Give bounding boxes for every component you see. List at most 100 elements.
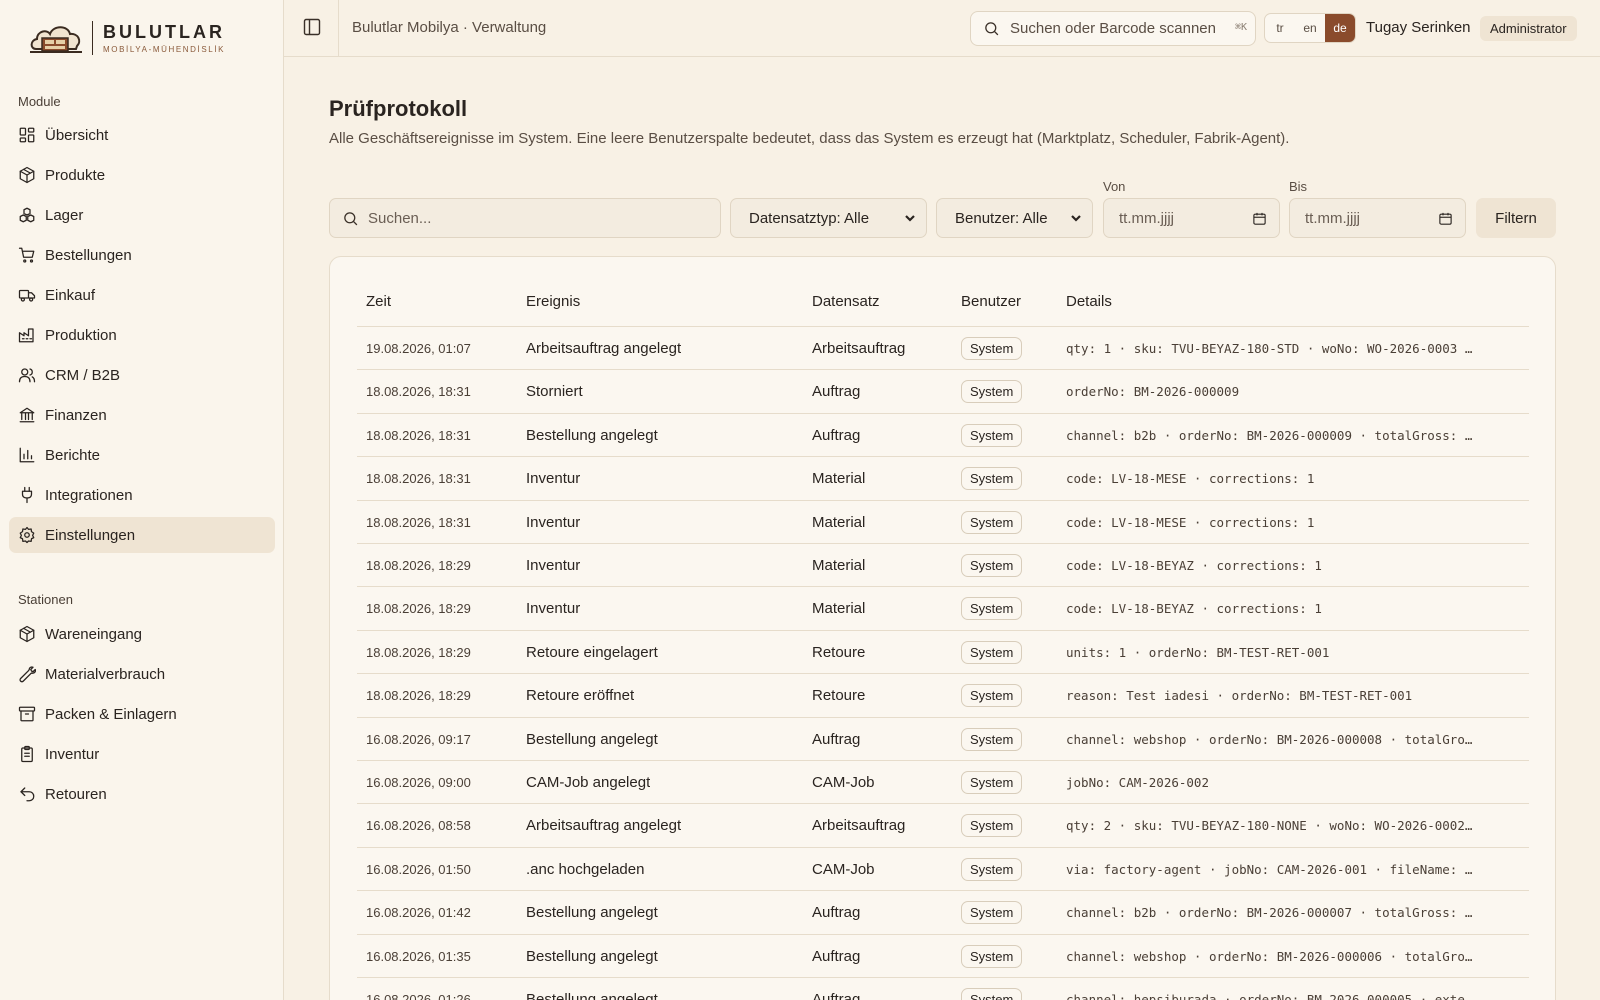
row-record-type: Auftrag <box>812 904 861 922</box>
sidebar-item-material-consumption[interactable]: Materialverbrauch <box>9 656 275 692</box>
undo-icon <box>20 787 35 802</box>
sidebar-item-products[interactable]: Produkte <box>9 157 275 193</box>
bank-icon <box>19 407 35 423</box>
table-row[interactable]: 18.08.2026, 18:29 Retoure eröffnet Retoure… <box>357 674 1529 718</box>
sidebar-item-label: Bestellungen <box>45 246 132 264</box>
row-time: 16.08.2026, 09:00 <box>366 775 471 790</box>
row-details: code: LV-18-MESE · corrections: 1 <box>1066 471 1315 487</box>
row-time: 16.08.2026, 01:26 <box>366 992 471 1000</box>
search-icon <box>985 22 999 36</box>
language-de-button[interactable]: de <box>1325 14 1355 42</box>
sidebar-item-integrations[interactable]: Integrationen <box>9 477 275 513</box>
column-header-details: Details <box>1066 293 1112 310</box>
table-row[interactable]: 16.08.2026, 09:17 Bestellung angelegt Auft… <box>357 718 1529 761</box>
user-select[interactable]: Benutzer: Alle <box>936 198 1093 238</box>
global-search-input[interactable]: Suchen oder Barcode scannen ⌘K <box>970 11 1256 46</box>
sidebar-item-pack-store[interactable]: Packen & Einlagern <box>9 696 275 732</box>
row-user-badge: System <box>961 727 1023 751</box>
sidebar-item-purchasing[interactable]: Einkauf <box>9 277 275 313</box>
user-select-value: Benutzer: Alle <box>955 209 1048 227</box>
row-user-badge: System <box>961 554 1023 577</box>
sidebar-item-goods-receipt[interactable]: Wareneingang <box>9 616 275 652</box>
language-en-button[interactable]: en <box>1295 14 1325 42</box>
sidebar-item-label: Übersicht <box>45 126 109 144</box>
from-date-input[interactable]: tt.mm.jjjj <box>1103 198 1280 238</box>
sidebar-item-overview[interactable]: Übersicht <box>9 117 275 153</box>
sidebar-toggle-button[interactable] <box>302 17 324 39</box>
language-tr-button[interactable]: tr <box>1265 14 1295 42</box>
table-row[interactable]: 18.08.2026, 18:29 Retoure eingelagert Reto… <box>357 631 1529 675</box>
archive-icon <box>18 706 36 722</box>
row-details: channel: webshop · orderNo: BM-2026-0000… <box>1066 948 1473 964</box>
table-row[interactable]: 16.08.2026, 09:00 CAM-Job angelegt CAM-Job… <box>357 761 1529 805</box>
modules-section-title: Module <box>18 94 61 109</box>
table-row[interactable]: 18.08.2026, 18:31 Inventur Material System c… <box>357 501 1529 544</box>
audit-search-input[interactable] <box>368 209 698 227</box>
package-icon <box>19 625 35 643</box>
to-date-input[interactable]: tt.mm.jjjj <box>1289 198 1466 238</box>
sidebar-item-reports[interactable]: Berichte <box>9 437 275 473</box>
sidebar-item-label: Berichte <box>45 446 101 464</box>
calendar-icon <box>1253 212 1266 225</box>
boxes-icon <box>19 207 35 223</box>
row-user-badge: System <box>961 814 1023 838</box>
row-event: Retoure eröffnet <box>526 687 635 705</box>
row-record-type: Material <box>812 600 866 618</box>
brand-tagline: MOBİLYA-MÜHENDİSLİK <box>103 45 226 54</box>
row-time: 16.08.2026, 01:35 <box>366 948 471 964</box>
row-user-badge: System <box>961 640 1023 664</box>
chevron-down-icon <box>905 215 915 222</box>
table-row[interactable]: 16.08.2026, 08:58 Arbeitsauftrag angelegt… <box>357 804 1529 848</box>
table-row[interactable]: 18.08.2026, 18:31 Storniert Auftrag System o… <box>357 370 1529 414</box>
table-row[interactable]: 16.08.2026, 01:26 Bestellung angelegt Auft… <box>357 978 1529 1000</box>
row-event: Inventur <box>526 557 581 574</box>
role-badge: Administrator <box>1480 16 1577 41</box>
audit-log-table: Zeit Ereignis Datensatz Benutzer Details… <box>329 256 1556 1000</box>
from-date-label: Von <box>1103 179 1126 194</box>
row-details: via: factory-agent · jobNo: CAM-2026-001… <box>1066 861 1473 877</box>
row-details: code: LV-18-BEYAZ · corrections: 1 <box>1066 601 1322 617</box>
table-row[interactable]: 18.08.2026, 18:31 Bestellung angelegt Auft… <box>357 414 1529 458</box>
row-user-badge: System <box>961 684 1023 708</box>
table-row[interactable]: 16.08.2026, 01:42 Bestellung angelegt Auft… <box>357 891 1529 935</box>
audit-search-field[interactable] <box>329 198 721 238</box>
row-record-type: Auftrag <box>812 991 861 1000</box>
table-row[interactable]: 18.08.2026, 18:29 Inventur Material System c… <box>357 544 1529 588</box>
from-date-placeholder: tt.mm.jjjj <box>1119 209 1174 227</box>
sidebar-item-finance[interactable]: Finanzen <box>9 397 275 433</box>
global-search-placeholder: Suchen oder Barcode scannen <box>1010 20 1216 37</box>
row-time: 16.08.2026, 01:42 <box>366 905 471 921</box>
sidebar-item-orders[interactable]: Bestellungen <box>9 237 275 273</box>
filter-button[interactable]: Filtern <box>1476 198 1556 238</box>
table-row[interactable]: 16.08.2026, 01:35 Bestellung angelegt Auft… <box>357 935 1529 978</box>
sidebar-item-warehouse[interactable]: Lager <box>9 197 275 233</box>
sidebar: BULUTLAR MOBİLYA-MÜHENDİSLİK Module Über… <box>0 0 284 1000</box>
table-row[interactable]: 16.08.2026, 01:50 .anc hochgeladen CAM-Job… <box>357 848 1529 892</box>
row-record-type: Material <box>812 470 866 488</box>
row-user-badge: System <box>961 988 1023 1000</box>
truck-icon <box>18 289 36 302</box>
table-row[interactable]: 18.08.2026, 18:29 Inventur Material System c… <box>357 587 1529 631</box>
row-user-badge: System <box>961 510 1023 534</box>
row-event: CAM-Job angelegt <box>526 774 651 791</box>
user-name[interactable]: Tugay Serinken <box>1366 19 1471 36</box>
sidebar-item-settings[interactable]: Einstellungen <box>9 517 275 553</box>
page-description: Alle Geschäftsereignisse im System. Eine… <box>329 130 1290 147</box>
row-record-type: Auftrag <box>812 947 861 965</box>
sidebar-item-returns[interactable]: Retouren <box>9 776 275 812</box>
sidebar-item-crm[interactable]: CRM / B2B <box>9 357 275 393</box>
gear-icon <box>19 526 35 544</box>
record-type-value: Datensatztyp: Alle <box>749 209 870 227</box>
row-details: qty: 1 · sku: TVU-BEYAZ-180-STD · woNo: … <box>1066 341 1473 356</box>
sidebar-item-production[interactable]: Produktion <box>9 317 275 353</box>
sidebar-item-inventory[interactable]: Inventur <box>9 736 275 772</box>
record-type-select[interactable]: Datensatztyp: Alle <box>730 198 927 238</box>
cart-icon <box>18 247 35 263</box>
table-row[interactable]: 18.08.2026, 18:31 Inventur Material System c… <box>357 457 1529 501</box>
table-row[interactable]: 19.08.2026, 01:07 Arbeitsauftrag angelegt… <box>357 327 1529 371</box>
brand-logo[interactable]: BULUTLAR MOBİLYA-MÜHENDİSLİK <box>28 18 225 58</box>
row-user-badge: System <box>961 467 1023 491</box>
row-record-type: Auftrag <box>812 730 861 748</box>
wrench-icon <box>19 666 36 683</box>
row-time: 18.08.2026, 18:29 <box>366 644 471 660</box>
